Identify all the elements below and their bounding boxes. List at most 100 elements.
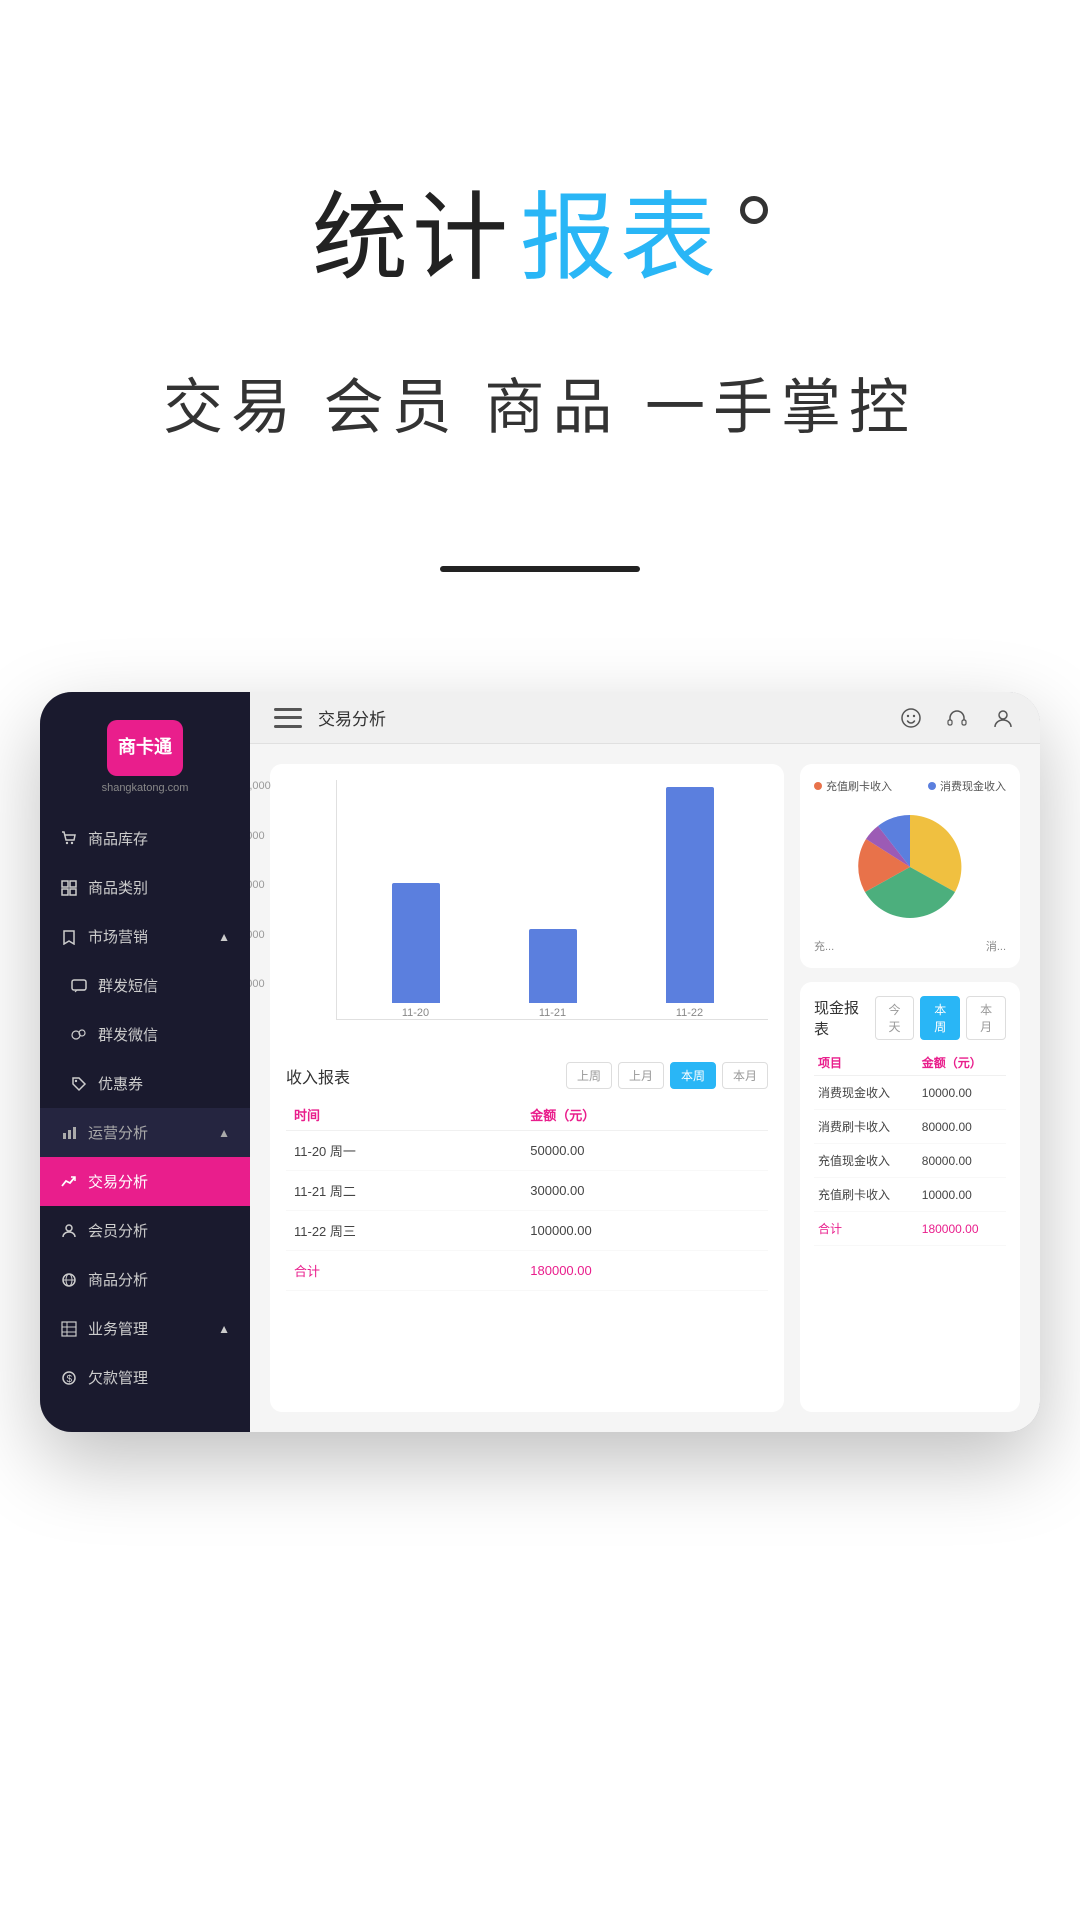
sidebar-item-goods-inventory[interactable]: 商品库存 [40, 814, 250, 863]
y-label-100000: 100,000 [250, 780, 271, 792]
tab-last-week[interactable]: 上周 [566, 1062, 612, 1089]
cash-amount-2: 80000.00 [918, 1110, 1006, 1144]
cash-item-1: 消费现金收入 [814, 1076, 918, 1110]
dashboard-section: 商卡通 shangkatong.com [0, 692, 1080, 1512]
sidebar-item-debt-manage[interactable]: $ 欠款管理 [40, 1353, 250, 1402]
tab-last-month[interactable]: 上月 [618, 1062, 664, 1089]
bar-label-1121: 11-21 [539, 1007, 566, 1019]
dashboard-wrapper: 商卡通 shangkatong.com [40, 692, 1040, 1432]
sidebar-item-member-analysis[interactable]: 会员分析 [40, 1206, 250, 1255]
bar-chart-bars: 11-20 11-21 11-22 [337, 780, 768, 1019]
legend-item-consume: 消费现金收入 [928, 778, 1006, 794]
y-label-0: 0 [250, 1028, 271, 1040]
table-row: 11-22 周三 100000.00 [286, 1211, 768, 1251]
sidebar-item-biz-manage[interactable]: 业务管理 ▲ [40, 1304, 250, 1353]
bar-1122 [666, 787, 714, 1003]
chart-bar-icon [60, 1124, 78, 1142]
cash-tab-today[interactable]: 今天 [875, 996, 915, 1040]
topbar: 交易分析 [250, 692, 1040, 744]
headphone-icon[interactable] [944, 705, 970, 731]
title-part1: 统计 [312, 160, 512, 299]
sidebar-label-debt-manage: 欠款管理 [88, 1367, 148, 1388]
cash-table-row: 消费刷卡收入 80000.00 [814, 1110, 1006, 1144]
ops-arrow: ▲ [218, 1126, 230, 1140]
bar-chart-container: 11-20 11-21 11-22 [336, 780, 768, 1020]
table-row: 11-20 周一 50000.00 [286, 1131, 768, 1171]
trend-icon [60, 1173, 78, 1191]
sidebar-label-wechat: 群发微信 [98, 1024, 158, 1045]
sidebar-label-member-analysis: 会员分析 [88, 1220, 148, 1241]
cash-header: 现金报表 今天 本周 本月 [814, 996, 1006, 1040]
grid-icon [60, 879, 78, 897]
sidebar-item-marketing[interactable]: 市场营销 ▲ [40, 912, 250, 961]
pie-card: 充值刷卡收入 消费现金收入 [800, 764, 1020, 968]
left-panel: 100,000 80,000 60,000 40,000 20,000 0 [270, 764, 784, 1412]
sidebar-label-biz-manage: 业务管理 [88, 1318, 148, 1339]
cash-table-row: 消费现金收入 10000.00 [814, 1076, 1006, 1110]
main-content: 交易分析 [250, 692, 1040, 1432]
sidebar-label-sms: 群发短信 [98, 975, 158, 996]
topbar-icons [898, 705, 1016, 731]
hero-section: 统计 报表 交易 会员 商品 一手掌控 [0, 0, 1080, 572]
sidebar-label-trade-analysis: 交易分析 [88, 1171, 148, 1192]
sidebar-item-goods-category[interactable]: 商品类别 [40, 863, 250, 912]
table-row: 11-21 周二 30000.00 [286, 1171, 768, 1211]
wechat-icon [70, 1026, 88, 1044]
sidebar-item-goods-analysis[interactable]: 商品分析 [40, 1255, 250, 1304]
bookmark-icon [60, 928, 78, 946]
cash-table-row: 充值现金收入 80000.00 [814, 1144, 1006, 1178]
legend-item-recharge: 充值刷卡收入 [814, 778, 892, 794]
sidebar-item-sms[interactable]: 群发短信 [40, 961, 250, 1010]
logo-box: 商卡通 [107, 720, 183, 776]
sidebar-item-coupon[interactable]: 优惠券 [40, 1059, 250, 1108]
row-time-1: 11-20 周一 [286, 1131, 522, 1171]
row-amount-3: 100000.00 [522, 1211, 768, 1251]
total-label: 合计 [286, 1251, 522, 1291]
cash-tab-this-week[interactable]: 本周 [920, 996, 960, 1040]
legend-label-recharge: 充值刷卡收入 [826, 778, 892, 794]
cash-item-3: 充值现金收入 [814, 1144, 918, 1178]
legend-label-consume: 消费现金收入 [940, 778, 1006, 794]
globe-icon [60, 1271, 78, 1289]
bar-label-1122: 11-22 [676, 1007, 703, 1019]
user-icon[interactable] [990, 705, 1016, 731]
cash-col-item: 项目 [814, 1050, 918, 1076]
cash-amount-1: 10000.00 [918, 1076, 1006, 1110]
cash-total-label: 合计 [814, 1212, 918, 1246]
hero-subtitle: 交易 会员 商品 一手掌控 [163, 359, 917, 446]
y-label-80000: 80,000 [250, 830, 271, 842]
y-label-60000: 60,000 [250, 879, 271, 891]
topbar-title: 交易分析 [318, 705, 882, 730]
sidebar-label-goods-inventory: 商品库存 [88, 828, 148, 849]
bar-label-1120: 11-20 [402, 1007, 429, 1019]
sidebar-item-wechat[interactable]: 群发微信 [40, 1010, 250, 1059]
cash-amount-3: 80000.00 [918, 1144, 1006, 1178]
sidebar-menu: 商品库存 商品类别 [40, 814, 250, 1432]
svg-text:$: $ [67, 1374, 73, 1385]
tab-this-month[interactable]: 本月 [722, 1062, 768, 1089]
cart-icon [60, 830, 78, 848]
bar-group-1121: 11-21 [529, 929, 577, 1019]
sidebar-label-goods-analysis: 商品分析 [88, 1269, 148, 1290]
sidebar-item-trade-analysis[interactable]: 交易分析 [40, 1157, 250, 1206]
title-part2: 报表 [520, 160, 720, 299]
pie-labels: 充... 消... [814, 938, 1006, 954]
sidebar-item-ops-analysis[interactable]: 运营分析 ▲ [40, 1108, 250, 1157]
income-report-title: 收入报表 [286, 1064, 350, 1088]
cash-total-row: 合计 180000.00 [814, 1212, 1006, 1246]
legend-dot-consume [928, 782, 936, 790]
cash-tab-this-month[interactable]: 本月 [966, 996, 1006, 1040]
pie-legend: 充值刷卡收入 消费现金收入 [814, 778, 1006, 794]
right-panel: 充值刷卡收入 消费现金收入 [800, 764, 1020, 1412]
tab-this-week[interactable]: 本周 [670, 1062, 716, 1089]
pie-label-left: 充... [814, 938, 834, 954]
legend-dot-recharge [814, 782, 822, 790]
total-amount: 180000.00 [522, 1251, 768, 1291]
smiley-icon[interactable] [898, 705, 924, 731]
cash-tab-group: 今天 本周 本月 [875, 996, 1006, 1040]
menu-toggle-button[interactable] [274, 708, 302, 728]
bar-group-1120: 11-20 [392, 883, 440, 1019]
hero-title: 统计 报表 [312, 160, 768, 299]
row-amount-2: 30000.00 [522, 1171, 768, 1211]
col-header-amount: 金额（元） [522, 1099, 768, 1131]
